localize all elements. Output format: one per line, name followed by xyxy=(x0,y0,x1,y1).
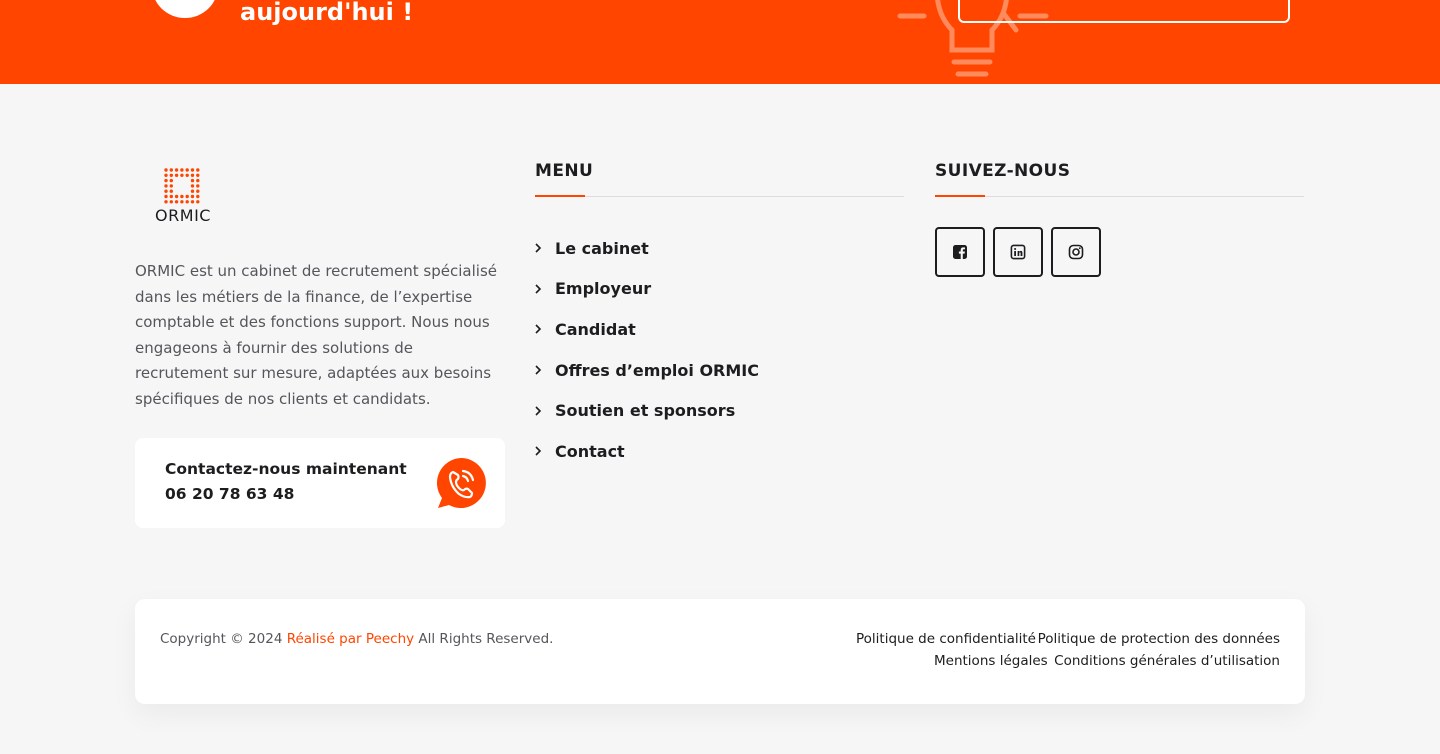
credit-link[interactable]: Réalisé par Peechy xyxy=(287,631,414,647)
menu-item-label: Soutien et sponsors xyxy=(555,401,736,421)
privacy-policy-link[interactable]: Politique de confidentialité xyxy=(856,631,1036,647)
linkedin-button[interactable] xyxy=(993,227,1043,277)
menu-item-label: Contact xyxy=(555,441,625,461)
facebook-icon xyxy=(953,245,967,259)
menu-divider-accent xyxy=(535,195,585,197)
social-title: SUIVEZ-NOUS xyxy=(935,161,1071,181)
instagram-button[interactable] xyxy=(1051,227,1101,277)
contact-title: Contactez-nous maintenant xyxy=(165,460,407,478)
menu-item-soutien-sponsors[interactable]: Soutien et sponsors xyxy=(533,390,759,431)
menu-title: MENU xyxy=(535,161,594,181)
banner-badge xyxy=(152,0,218,18)
menu-item-label: Le cabinet xyxy=(555,238,649,258)
menu-item-label: Offres d’emploi ORMIC xyxy=(555,360,759,380)
chevron-right-icon xyxy=(533,446,543,456)
menu-item-candidat[interactable]: Candidat xyxy=(533,309,759,350)
chevron-right-icon xyxy=(533,406,543,416)
data-protection-link[interactable]: Politique de protection des données xyxy=(1038,631,1280,647)
menu-item-contact[interactable]: Contact xyxy=(533,431,759,472)
footer-menu: Le cabinet Employeur Candidat Offres d’e… xyxy=(533,228,759,472)
legal-notices-link[interactable]: Mentions légales xyxy=(934,653,1048,669)
menu-divider xyxy=(535,196,904,197)
social-divider xyxy=(935,196,1304,197)
menu-item-employeur[interactable]: Employeur xyxy=(533,269,759,310)
copyright-text: Copyright © 2024 Réalisé par Peechy All … xyxy=(160,631,553,647)
copyright-suffix: All Rights Reserved. xyxy=(418,631,554,647)
ormic-logo[interactable]: ORMIC xyxy=(151,168,215,226)
instagram-icon xyxy=(1068,244,1084,260)
company-description: ORMIC est un cabinet de recrutement spéc… xyxy=(135,262,497,408)
logo-dots-icon xyxy=(164,168,200,204)
facebook-button[interactable] xyxy=(935,227,985,277)
contact-phone[interactable]: 06 20 78 63 48 xyxy=(165,485,294,503)
footer-bottom-bar: Copyright © 2024 Réalisé par Peechy All … xyxy=(135,599,1305,704)
terms-of-use-link[interactable]: Conditions générales d’utilisation xyxy=(1054,653,1280,669)
phone-icon[interactable] xyxy=(435,457,487,509)
menu-item-le-cabinet[interactable]: Le cabinet xyxy=(533,228,759,269)
logo-text: ORMIC xyxy=(155,206,211,225)
contact-card[interactable]: Contactez-nous maintenant 06 20 78 63 48 xyxy=(135,438,505,528)
chevron-right-icon xyxy=(533,243,543,253)
menu-item-label: Candidat xyxy=(555,319,636,339)
menu-item-label: Employeur xyxy=(555,279,652,299)
menu-item-offres-emploi[interactable]: Offres d’emploi ORMIC xyxy=(533,350,759,391)
chevron-right-icon xyxy=(533,324,543,335)
banner-title: aujourd'hui ! xyxy=(240,0,414,26)
copyright-prefix: Copyright © 2024 xyxy=(160,631,283,647)
social-divider-accent xyxy=(935,195,985,197)
cta-banner: aujourd'hui ! xyxy=(0,0,1440,84)
linkedin-icon xyxy=(1010,244,1026,260)
chevron-right-icon xyxy=(533,365,543,375)
banner-button[interactable] xyxy=(958,0,1290,23)
chevron-right-icon xyxy=(533,284,543,294)
